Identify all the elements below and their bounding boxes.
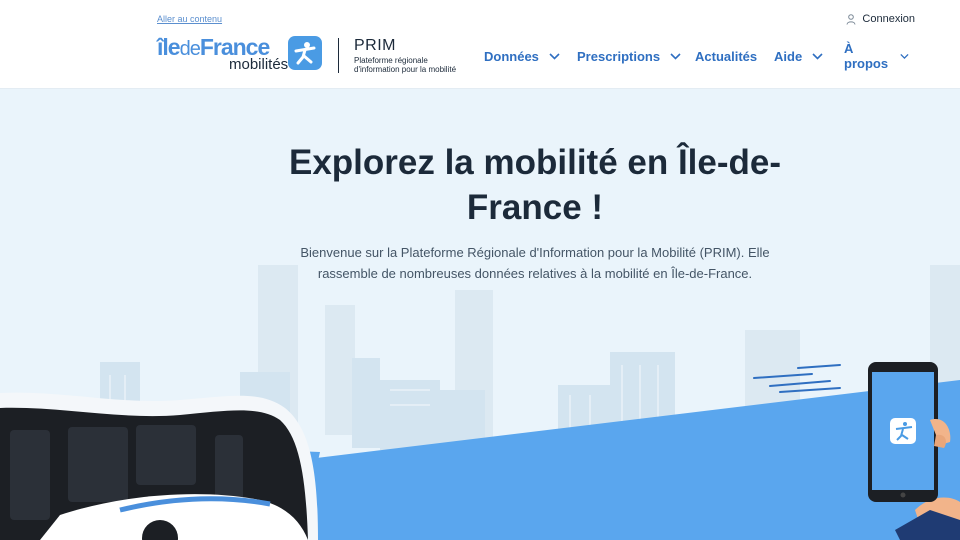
logo-subtitle: mobilités xyxy=(229,56,289,73)
chevron-down-icon xyxy=(900,53,909,59)
bus-illustration xyxy=(0,392,318,540)
login-label: Connexion xyxy=(862,13,915,25)
login-link[interactable]: Connexion xyxy=(846,13,915,25)
chevron-down-icon xyxy=(812,52,823,60)
platform-title: PRIM xyxy=(354,37,396,54)
hero-title: Explorez la mobilité en Île-de-France ! xyxy=(288,143,782,227)
chevron-down-icon xyxy=(549,52,560,60)
nav-item-donnees[interactable]: Données xyxy=(484,48,560,64)
user-icon xyxy=(846,13,856,25)
nav-item-actualites[interactable]: Actualités xyxy=(695,48,757,64)
nav-item-a-propos[interactable]: À propos xyxy=(844,41,909,71)
idfm-person-icon xyxy=(288,36,322,70)
hero-description: Bienvenue sur la Plateforme Régionale d'… xyxy=(300,245,770,281)
logo-separator xyxy=(338,38,339,73)
platform-subtitle: Plateforme régionale d'information pour … xyxy=(354,56,457,74)
hero-section: Explorez la mobilité en Île-de-France ! … xyxy=(0,90,960,540)
nav-item-prescriptions[interactable]: Prescriptions xyxy=(577,48,681,64)
skip-to-content-link[interactable]: Aller au contenu xyxy=(157,14,222,24)
chevron-down-icon xyxy=(670,52,681,60)
nav-item-aide[interactable]: Aide xyxy=(774,48,823,64)
idfm-logo[interactable]: îledeFrance mobilités xyxy=(157,35,327,75)
site-header: Aller au contenu Connexion îledeFrance m… xyxy=(0,0,960,89)
